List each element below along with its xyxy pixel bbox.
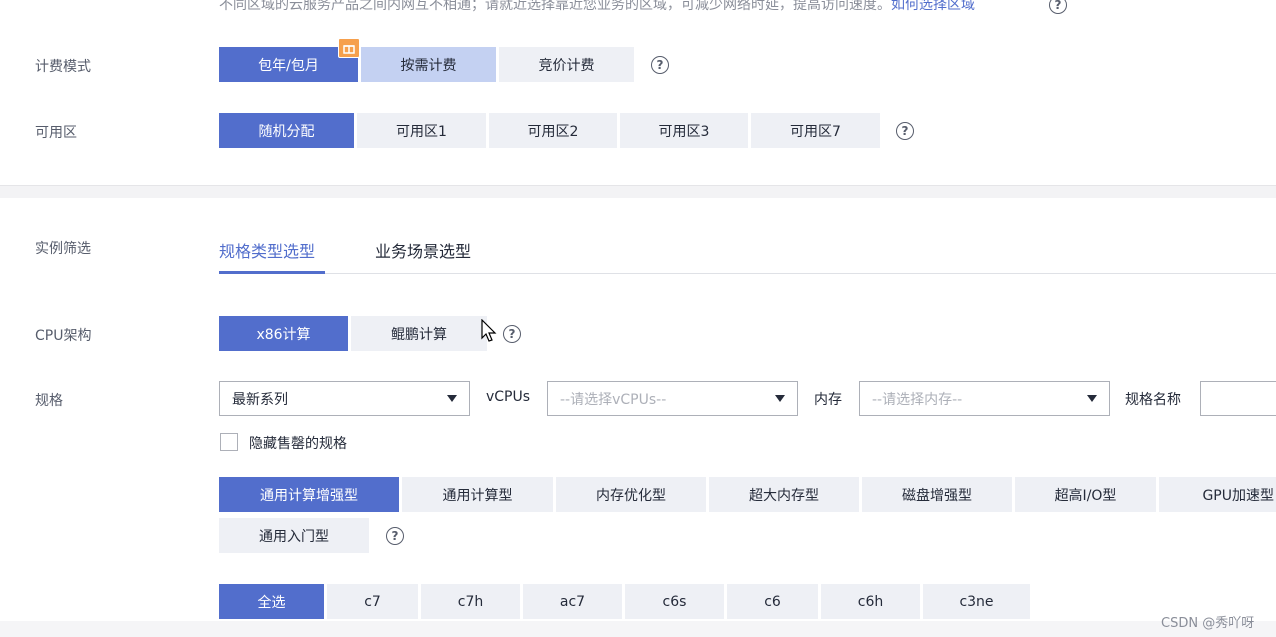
spec-type-help-icon[interactable]: ? (386, 527, 404, 545)
promo-gift-icon (338, 38, 360, 58)
az-option-random[interactable]: 随机分配 (219, 113, 354, 148)
memory-select[interactable]: --请选择内存-- (859, 381, 1110, 416)
series-option-label: ac7 (559, 593, 586, 610)
spec-type-general-enhanced[interactable]: 通用计算增强型 (219, 477, 399, 512)
region-help-link[interactable]: 如何选择区域 (891, 0, 975, 13)
cpu-help-icon[interactable]: ? (503, 325, 521, 343)
spec-type-label: GPU加速型 (1202, 487, 1274, 504)
series-option-c6[interactable]: c6 (727, 584, 818, 619)
spec-type-label: 超高I/O型 (1054, 487, 1117, 504)
billing-option-label: 包年/包月 (258, 57, 319, 74)
az-option-label: 可用区2 (527, 123, 579, 140)
az-help-icon[interactable]: ? (896, 122, 914, 140)
spec-type-large-memory[interactable]: 超大内存型 (709, 477, 859, 512)
memory-placeholder: --请选择内存-- (872, 391, 963, 408)
region-help-icon[interactable]: ? (1049, 0, 1067, 14)
memory-label: 内存 (814, 392, 842, 408)
filter-label: 实例筛选 (35, 241, 91, 257)
spec-type-label: 超大内存型 (749, 487, 819, 504)
series-option-c3ne[interactable]: c3ne (923, 584, 1030, 619)
region-note-text: 不同区域的云服务产品之间内网互不相通；请就近选择靠近您业务的区域，可减少网络时延… (219, 0, 891, 13)
az-option-2[interactable]: 可用区2 (489, 113, 617, 148)
spec-type-gpu[interactable]: GPU加速型 (1159, 477, 1276, 512)
spec-type-label: 通用入门型 (259, 528, 329, 545)
series-option-label: c6 (764, 593, 781, 610)
billing-label: 计费模式 (35, 59, 91, 75)
csdn-watermark: CSDN @秀吖呀 (1161, 616, 1255, 631)
region-note: 不同区域的云服务产品之间内网互不相通；请就近选择靠近您业务的区域，可减少网络时延… (219, 0, 975, 14)
tab-spec-type[interactable]: 规格类型选型 (219, 238, 315, 262)
cpu-label: CPU架构 (35, 328, 92, 344)
spec-label: 规格 (35, 393, 63, 409)
section-divider (0, 185, 1276, 198)
series-option-all[interactable]: 全选 (219, 584, 324, 619)
series-option-c6h[interactable]: c6h (821, 584, 920, 619)
az-option-7[interactable]: 可用区7 (751, 113, 880, 148)
billing-option-on-demand[interactable]: 按需计费 (361, 47, 496, 82)
chevron-down-icon (447, 395, 457, 402)
cpu-option-kunpeng[interactable]: 鲲鹏计算 (351, 316, 487, 351)
hide-soldout-label: 隐藏售罄的规格 (249, 436, 347, 452)
spec-name-label: 规格名称 (1125, 392, 1181, 408)
tabs-baseline (219, 273, 1276, 274)
chevron-down-icon (1087, 395, 1097, 402)
az-label: 可用区 (35, 125, 77, 141)
chevron-down-icon (775, 395, 785, 402)
series-select[interactable]: 最新系列 (219, 381, 470, 416)
series-option-ac7[interactable]: ac7 (523, 584, 622, 619)
spec-type-entry[interactable]: 通用入门型 (219, 518, 369, 553)
billing-option-label: 竞价计费 (538, 57, 595, 74)
billing-help-icon[interactable]: ? (651, 56, 669, 74)
az-option-3[interactable]: 可用区3 (620, 113, 748, 148)
series-option-label: c3ne (959, 593, 994, 610)
billing-option-spot[interactable]: 竞价计费 (499, 47, 634, 82)
spec-type-memory-optimized[interactable]: 内存优化型 (556, 477, 706, 512)
series-option-label: c6h (857, 593, 884, 610)
cpu-option-label: x86计算 (256, 326, 311, 343)
series-option-label: c7h (457, 593, 484, 610)
spec-type-disk-enhanced[interactable]: 磁盘增强型 (862, 477, 1012, 512)
az-option-label: 可用区3 (658, 123, 710, 140)
spec-name-input[interactable] (1200, 381, 1276, 416)
spec-type-label: 通用计算增强型 (260, 487, 358, 504)
series-option-label: c6s (662, 593, 687, 610)
series-option-label: 全选 (257, 594, 286, 611)
az-option-label: 随机分配 (258, 123, 315, 140)
vcpus-label: vCPUs (486, 389, 531, 405)
series-option-c7[interactable]: c7 (327, 584, 418, 619)
billing-option-label: 按需计费 (400, 57, 457, 74)
bottom-scroll-band (0, 621, 1276, 637)
tab-business-scenario[interactable]: 业务场景选型 (375, 238, 471, 262)
az-option-1[interactable]: 可用区1 (357, 113, 486, 148)
mouse-cursor-icon (481, 318, 497, 347)
vcpus-placeholder: --请选择vCPUs-- (560, 391, 667, 408)
hide-soldout-checkbox[interactable] (220, 433, 238, 451)
spec-type-label: 通用计算型 (442, 487, 513, 504)
az-option-label: 可用区7 (790, 123, 841, 140)
series-option-c7h[interactable]: c7h (421, 584, 520, 619)
vcpus-select[interactable]: --请选择vCPUs-- (547, 381, 798, 416)
spec-type-label: 磁盘增强型 (902, 487, 972, 504)
cpu-option-label: 鲲鹏计算 (391, 326, 447, 343)
series-select-value: 最新系列 (232, 391, 288, 408)
spec-type-ultra-io[interactable]: 超高I/O型 (1015, 477, 1156, 512)
az-option-label: 可用区1 (396, 123, 447, 140)
series-option-c6s[interactable]: c6s (625, 584, 724, 619)
cpu-option-x86[interactable]: x86计算 (219, 316, 348, 351)
spec-type-general[interactable]: 通用计算型 (402, 477, 553, 512)
series-option-label: c7 (364, 593, 381, 610)
spec-type-label: 内存优化型 (596, 487, 666, 504)
active-tab-indicator (219, 271, 325, 274)
